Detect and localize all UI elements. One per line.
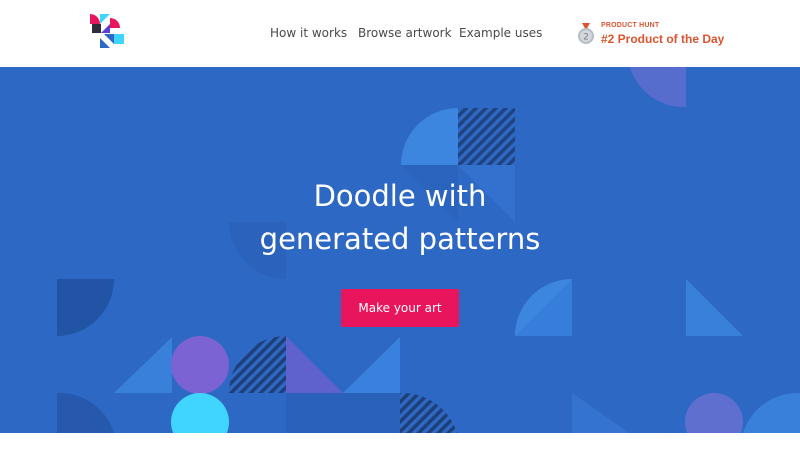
product-hunt-badge[interactable]: 2 PRODUCT HUNT #2 Product of the Day (577, 22, 737, 48)
nav-link-browse-artwork[interactable]: Browse artwork (358, 26, 452, 40)
make-your-art-button[interactable]: Make your art (341, 289, 459, 327)
hero-title-line-2: generated patterns (259, 222, 541, 256)
product-hunt-title: #2 Product of the Day (601, 32, 725, 46)
site-header: How it works Browse artwork Example uses… (0, 0, 800, 67)
below-fold-area (0, 433, 800, 470)
hero-title-line-1: Doodle with (313, 179, 487, 213)
medal-icon: 2 (578, 23, 594, 44)
product-hunt-kicker: PRODUCT HUNT (601, 22, 660, 29)
nav-link-how-it-works[interactable]: How it works (270, 26, 347, 40)
hero-title: Doodle with generated patterns (200, 175, 600, 261)
hero-section: Doodle with generated patterns Make your… (0, 67, 800, 433)
medal-number: 2 (583, 33, 589, 43)
nav-link-example-uses[interactable]: Example uses (459, 26, 542, 40)
